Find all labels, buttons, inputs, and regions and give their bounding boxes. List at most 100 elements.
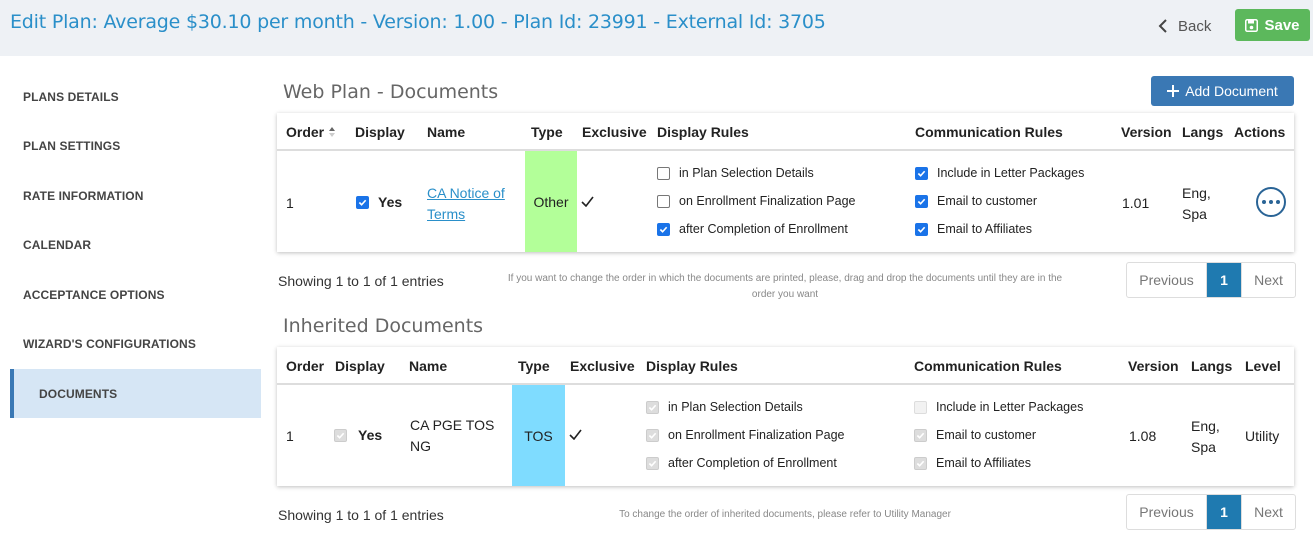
col-exclusive[interactable]: Exclusive (582, 124, 647, 140)
previous-page-button[interactable]: Previous (1127, 263, 1207, 297)
col-level[interactable]: Level (1245, 358, 1281, 374)
checkbox[interactable] (657, 222, 670, 236)
page-1-button[interactable]: 1 (1207, 495, 1241, 529)
document-name-link[interactable]: CA Notice of Terms (427, 183, 505, 225)
col-langs[interactable]: Langs (1191, 358, 1232, 374)
floppy-disk-icon (1245, 18, 1259, 32)
save-label: Save (1264, 16, 1300, 34)
save-button[interactable]: Save (1235, 9, 1310, 41)
web-documents-table: Order Display Name Type Exclusive Displa… (277, 113, 1294, 252)
sidebar-item-documents[interactable]: DOCUMENTS (10, 369, 261, 418)
inherited-documents-title: Inherited Documents (283, 315, 484, 337)
display-checkbox (334, 428, 347, 442)
sort-icon (329, 127, 336, 137)
display-checkbox[interactable] (356, 195, 369, 209)
type-badge: Other (525, 151, 577, 252)
page-1-button[interactable]: 1 (1207, 263, 1241, 297)
display-rule-after-completion: after Completion of Enrollment (646, 456, 837, 470)
chevron-left-icon (1158, 19, 1167, 33)
col-version[interactable]: Version (1128, 358, 1179, 374)
entries-info: Showing 1 to 1 of 1 entries (278, 507, 444, 523)
display-rule-plan-selection: in Plan Selection Details (646, 400, 803, 414)
comm-rule-letter-packages: Include in Letter Packages (914, 400, 1083, 414)
previous-page-button[interactable]: Previous (1127, 495, 1207, 529)
next-page-button[interactable]: Next (1241, 495, 1295, 529)
display-rule-after-completion[interactable]: after Completion of Enrollment (657, 222, 848, 236)
top-bar: Edit Plan: Average $30.10 per month - Ve… (0, 0, 1313, 56)
dot-icon (1262, 200, 1266, 204)
sidebar-item-calendar[interactable]: CALENDAR (10, 220, 261, 269)
display-cell: Yes (334, 427, 382, 443)
back-button[interactable]: Back (1158, 14, 1211, 38)
order-value: 1 (286, 195, 294, 211)
display-cell: Yes (356, 194, 402, 210)
col-communication-rules[interactable]: Communication Rules (915, 124, 1063, 140)
checkbox (914, 428, 927, 442)
sidebar-item-acceptance-options[interactable]: ACCEPTANCE OPTIONS (10, 270, 261, 319)
comm-rule-letter-packages[interactable]: Include in Letter Packages (915, 166, 1084, 180)
entries-info: Showing 1 to 1 of 1 entries (278, 273, 444, 289)
web-documents-title: Web Plan - Documents (283, 81, 499, 103)
sidebar-item-plans-details[interactable]: PLANS DETAILS (10, 72, 261, 121)
pagination: Previous 1 Next (1126, 494, 1296, 530)
document-name: CA PGE TOS NG (410, 417, 495, 454)
display-value: Yes (358, 427, 383, 443)
checkbox (646, 456, 659, 470)
table-header: Order Display Name Type Exclusive Displa… (277, 347, 1294, 385)
checkbox[interactable] (657, 194, 670, 208)
dot-icon (1269, 200, 1273, 204)
col-communication-rules[interactable]: Communication Rules (914, 358, 1062, 374)
sidebar-item-plan-settings[interactable]: PLAN SETTINGS (10, 121, 261, 170)
version-value: 1.08 (1129, 428, 1157, 444)
col-actions: Actions (1234, 124, 1286, 140)
col-display-rules[interactable]: Display Rules (646, 358, 738, 374)
langs-value: Eng, Spa (1182, 185, 1211, 222)
plus-icon (1167, 85, 1180, 97)
comm-rule-email-affiliates: Email to Affiliates (914, 456, 1031, 470)
table-header: Order Display Name Type Exclusive Displa… (277, 113, 1294, 151)
level-value: Utility (1245, 428, 1280, 444)
col-display[interactable]: Display (335, 358, 385, 374)
page-title: Edit Plan: Average $30.10 per month - Ve… (10, 11, 826, 33)
checkbox[interactable] (915, 194, 928, 208)
col-name[interactable]: Name (427, 124, 465, 140)
checkbox[interactable] (915, 166, 928, 180)
checkbox (646, 428, 659, 442)
col-order[interactable]: Order (286, 358, 324, 374)
col-exclusive[interactable]: Exclusive (570, 358, 635, 374)
col-type[interactable]: Type (531, 124, 563, 140)
add-document-label: Add Document (1185, 83, 1278, 99)
sidebar-item-rate-information[interactable]: RATE INFORMATION (10, 171, 261, 220)
col-order[interactable]: Order (286, 124, 336, 140)
checkbox[interactable] (657, 166, 670, 180)
col-display-rules[interactable]: Display Rules (657, 124, 749, 140)
display-rule-enrollment-finalization[interactable]: on Enrollment Finalization Page (657, 194, 856, 208)
sidebar-item-wizards-configurations[interactable]: WIZARD'S CONFIGURATIONS (10, 319, 261, 368)
comm-rule-email-customer: Email to customer (914, 428, 1036, 442)
comm-rule-email-affiliates[interactable]: Email to Affiliates (915, 222, 1032, 236)
add-document-button[interactable]: Add Document (1151, 76, 1294, 106)
checkbox (914, 400, 927, 414)
check-icon (569, 429, 582, 440)
comm-rule-email-customer[interactable]: Email to customer (915, 194, 1037, 208)
inherited-documents-table: Order Display Name Type Exclusive Displa… (277, 347, 1294, 486)
langs-value: Eng, Spa (1191, 418, 1220, 455)
checkbox (646, 400, 659, 414)
display-value: Yes (378, 194, 403, 210)
inherited-order-hint: To change the order of inherited documen… (619, 509, 951, 520)
more-actions-button[interactable] (1256, 187, 1286, 217)
back-label: Back (1178, 17, 1212, 35)
display-rule-plan-selection[interactable]: in Plan Selection Details (657, 166, 814, 180)
col-langs[interactable]: Langs (1182, 124, 1223, 140)
col-version[interactable]: Version (1121, 124, 1172, 140)
col-type[interactable]: Type (518, 358, 550, 374)
reorder-hint: If you want to change the order in which… (507, 273, 1063, 300)
type-badge: TOS (512, 385, 565, 486)
next-page-button[interactable]: Next (1241, 263, 1295, 297)
col-name[interactable]: Name (409, 358, 447, 374)
checkbox[interactable] (915, 222, 928, 236)
checkbox (914, 456, 927, 470)
col-display[interactable]: Display (355, 124, 405, 140)
dot-icon (1276, 200, 1280, 204)
display-rule-enrollment-finalization: on Enrollment Finalization Page (646, 428, 845, 442)
